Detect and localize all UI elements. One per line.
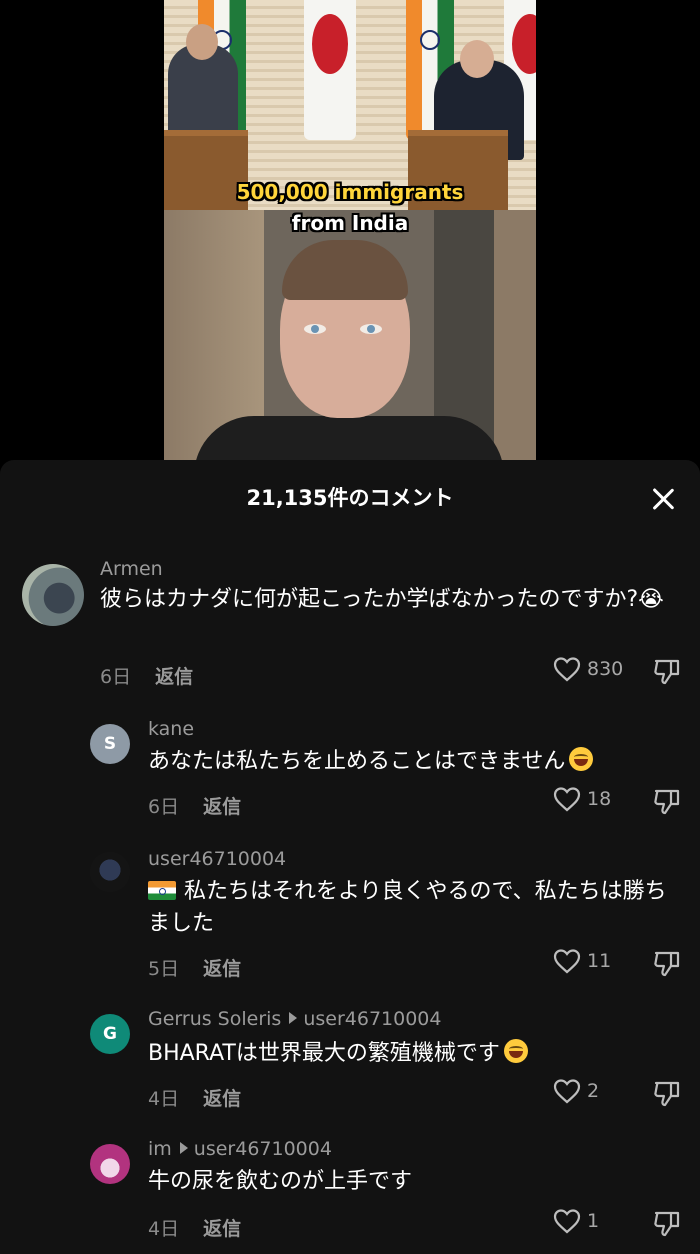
laughing-emoji-icon: [569, 747, 594, 771]
dislike-icon[interactable]: [652, 1208, 682, 1238]
video-caption-line1: 500,000 immigrants: [236, 180, 464, 204]
comment-text-body: BHARATは世界最大の繁殖機械です: [148, 1041, 500, 1066]
heart-icon: [553, 787, 581, 812]
comments-count-title: 21,135件のコメント: [246, 486, 454, 510]
reply-button[interactable]: 返信: [155, 666, 193, 688]
video-caption-line2: from India: [291, 211, 409, 235]
like-count: 2: [587, 1080, 600, 1102]
like-button[interactable]: 1: [553, 1208, 599, 1234]
video-player[interactable]: 500,000 immigrants from India: [164, 0, 536, 460]
comment-meta: 5日 返信: [148, 954, 241, 981]
comment-meta: 6日 返信: [100, 662, 193, 689]
comment-username[interactable]: user46710004: [148, 848, 286, 870]
comment-username[interactable]: Armen: [100, 558, 163, 580]
reply-to-username[interactable]: user46710004: [303, 1008, 441, 1030]
comment-username-text: Gerrus Soleris: [148, 1008, 282, 1030]
india-flag-emoji-icon: [148, 881, 176, 900]
presenter-hair: [282, 240, 408, 300]
avatar[interactable]: G: [90, 1014, 130, 1054]
comment-username[interactable]: im user46710004: [148, 1138, 332, 1160]
speaker-left: [168, 24, 238, 134]
reply-button[interactable]: 返信: [203, 1088, 241, 1110]
comment-text: あなたは私たちを止めることはできません: [148, 746, 678, 778]
heart-icon: [553, 657, 581, 682]
avatar-letter: S: [103, 734, 117, 754]
like-count: 18: [587, 788, 612, 810]
reply-arrow-icon: [289, 1012, 298, 1024]
comment-age: 6日: [148, 796, 180, 818]
like-button[interactable]: 830: [553, 656, 623, 682]
comment-age: 5日: [148, 958, 180, 980]
comment-text-body: あなたは私たちを止めることはできません: [148, 749, 566, 774]
presenter-shirt: [194, 416, 504, 460]
japan-flag: [304, 0, 356, 140]
comment-text: 牛の尿を飲むのが上手です: [148, 1169, 413, 1194]
heart-icon: [553, 949, 581, 974]
presenter-eye-right: [360, 324, 382, 334]
comment-username[interactable]: Gerrus Soleris user46710004: [148, 1008, 441, 1030]
video-frame-top: [164, 0, 536, 210]
reply-button[interactable]: 返信: [203, 1218, 241, 1240]
like-count: 830: [587, 658, 624, 680]
like-count: 1: [587, 1210, 600, 1232]
reply-arrow-icon: [179, 1142, 188, 1154]
presenter-eye-left: [304, 324, 326, 334]
reply-button[interactable]: 返信: [203, 958, 241, 980]
comment-meta: 4日 返信: [148, 1084, 241, 1111]
comment-username[interactable]: kane: [148, 718, 194, 740]
dislike-icon[interactable]: [652, 786, 682, 816]
close-icon[interactable]: [650, 486, 676, 512]
door-right: [494, 210, 536, 460]
avatar[interactable]: [90, 852, 130, 892]
like-button[interactable]: 11: [553, 948, 611, 974]
comment-username-text: im: [148, 1138, 172, 1160]
avatar[interactable]: [22, 564, 84, 626]
dislike-icon[interactable]: [652, 656, 682, 686]
avatar[interactable]: [90, 1144, 130, 1184]
like-button[interactable]: 2: [553, 1078, 599, 1104]
reply-button[interactable]: 返信: [203, 796, 241, 818]
avatar-letter: G: [103, 1024, 117, 1044]
avatar[interactable]: S: [90, 724, 130, 764]
dislike-icon[interactable]: [652, 1078, 682, 1108]
comment-age: 4日: [148, 1088, 180, 1110]
comment-text: 私たちはそれをより良くやるので、私たちは勝ちました: [148, 876, 668, 940]
comment-text: BHARATは世界最大の繁殖機械です: [148, 1038, 678, 1070]
comment-age: 6日: [100, 666, 132, 688]
comment-meta: 6日 返信: [148, 792, 241, 819]
comment-text: 彼らはカナダに何が起こったか学ばなかったのですか?😭: [100, 587, 664, 612]
video-frame-bottom: [164, 210, 536, 460]
like-button[interactable]: 18: [553, 786, 611, 812]
heart-icon: [553, 1079, 581, 1104]
heart-icon: [553, 1209, 581, 1234]
like-count: 11: [587, 950, 612, 972]
laughing-emoji-icon: [503, 1039, 528, 1063]
comment-age: 4日: [148, 1218, 180, 1240]
dislike-icon[interactable]: [652, 948, 682, 978]
comments-sheet: 21,135件のコメント Armen 彼らはカナダに何が起こったか学ばなかったの…: [0, 460, 700, 1254]
comment-text-body: 私たちはそれをより良くやるので、私たちは勝ちました: [148, 879, 667, 936]
reply-to-username[interactable]: user46710004: [194, 1138, 332, 1160]
comment-meta: 4日 返信: [148, 1214, 241, 1241]
